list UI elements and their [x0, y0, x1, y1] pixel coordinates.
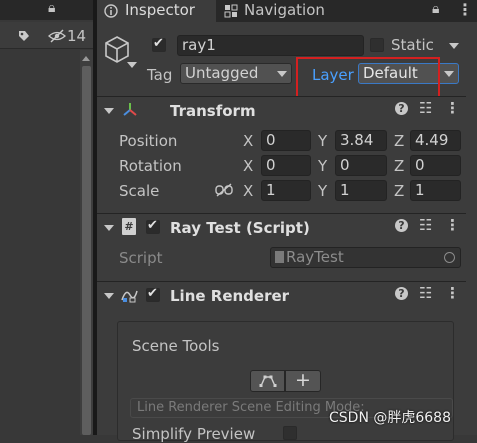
rotation-label: Rotation: [119, 157, 182, 175]
scene-tools-label: Scene Tools: [132, 337, 220, 355]
axis-x-label: X: [243, 182, 254, 200]
edit-points-button[interactable]: [250, 370, 285, 392]
highlight-box: [296, 57, 440, 101]
tag-icon[interactable]: [17, 29, 31, 43]
presets-icon[interactable]: ☷: [419, 216, 432, 234]
help-icon[interactable]: ?: [395, 102, 408, 115]
tab-navigation[interactable]: Navigation: [218, 0, 348, 22]
tab-inspector-label: Inspector: [125, 1, 195, 19]
tab-inspector[interactable]: Inspector: [97, 0, 216, 22]
object-picker-icon[interactable]: [444, 252, 455, 263]
tag-dropdown-arrow-icon: [277, 71, 287, 77]
static-checkbox[interactable]: [370, 38, 384, 52]
more-menu-icon[interactable]: ⋮: [457, 0, 473, 19]
linerenderer-header[interactable]: ✔ Line Renderer ? ☷ ⋮: [97, 281, 466, 310]
rotation-z-field[interactable]: 0: [410, 155, 461, 176]
active-checkbox[interactable]: ✔: [152, 36, 166, 52]
hierarchy-scrollbar[interactable]: [80, 50, 93, 435]
scale-y-field[interactable]: 1: [335, 180, 387, 201]
help-icon[interactable]: ?: [395, 287, 408, 300]
hierarchy-panel-edge: 🔒︎ 14: [0, 0, 93, 435]
scale-z-field[interactable]: 1: [410, 180, 461, 201]
raytest-title: Ray Test (Script): [170, 219, 310, 237]
lock-icon[interactable]: 🔒︎: [432, 1, 439, 17]
scroll-thumb[interactable]: [82, 66, 91, 435]
script-label: Script: [119, 249, 163, 267]
tab-navigation-label: Navigation: [244, 1, 325, 19]
linerenderer-enabled-checkbox[interactable]: ✔: [146, 286, 160, 302]
simplify-preview-checkbox[interactable]: [283, 426, 297, 440]
hidden-count: 14: [67, 27, 87, 45]
position-y-field[interactable]: 3.84: [335, 130, 387, 151]
position-z-field[interactable]: 4.49: [410, 130, 461, 151]
transform-header[interactable]: Transform ? ☷ ⋮: [97, 96, 466, 125]
watermark: CSDN @胖虎6688: [329, 410, 451, 426]
presets-icon[interactable]: ☷: [419, 99, 432, 117]
transform-title: Transform: [170, 102, 256, 120]
position-x-field[interactable]: 0: [261, 130, 311, 151]
tag-dropdown[interactable]: Untagged: [180, 63, 292, 84]
axis-x-label: X: [243, 132, 254, 150]
scale-x-field[interactable]: 1: [261, 180, 311, 201]
navigation-icon: [224, 4, 238, 18]
static-label: Static: [391, 36, 434, 54]
object-name-field[interactable]: ray1: [177, 35, 364, 56]
add-point-label: +: [295, 369, 311, 391]
foldout-arrow-icon[interactable]: [104, 225, 114, 231]
raytest-enabled-checkbox[interactable]: ✔: [146, 218, 160, 234]
rotation-x-field[interactable]: 0: [261, 155, 311, 176]
presets-icon[interactable]: ☷: [419, 284, 432, 302]
help-icon[interactable]: ?: [395, 219, 408, 232]
icon-dropdown-arrow-icon[interactable]: [127, 62, 137, 68]
tag-value: Untagged: [185, 64, 259, 82]
layer-dropdown-arrow-icon: [444, 71, 454, 77]
script-file-icon: #: [122, 218, 136, 235]
foldout-arrow-icon[interactable]: [104, 293, 114, 299]
unlinked-scale-icon[interactable]: [215, 183, 233, 197]
info-icon: [104, 4, 118, 18]
axis-y-label: Y: [318, 157, 328, 175]
checkmark-icon: ✔: [153, 36, 164, 51]
axis-z-label: Z: [394, 132, 405, 150]
edit-points-icon: [259, 375, 277, 387]
linerenderer-title: Line Renderer: [170, 287, 290, 305]
component-menu-icon[interactable]: ⋮: [445, 284, 460, 302]
script-asset-icon: [275, 251, 284, 263]
checkmark-icon: ✔: [147, 218, 158, 233]
position-label: Position: [119, 132, 178, 150]
script-value: RayTest: [286, 248, 344, 266]
static-dropdown-arrow-icon[interactable]: [449, 43, 459, 49]
component-menu-icon[interactable]: ⋮: [445, 99, 460, 117]
axis-x-label: X: [243, 157, 254, 175]
hierarchy-toolbar: [0, 0, 93, 20]
script-object-field: RayTest: [270, 247, 461, 268]
axis-z-label: Z: [394, 182, 405, 200]
axis-y-label: Y: [318, 182, 328, 200]
inspector-right-edge: [466, 22, 477, 435]
line-renderer-icon: [121, 290, 138, 303]
visibility-off-icon[interactable]: [48, 29, 66, 43]
rotation-y-field[interactable]: 0: [335, 155, 387, 176]
axis-y-label: Y: [318, 132, 328, 150]
component-menu-icon[interactable]: ⋮: [445, 216, 460, 234]
raytest-header[interactable]: # ✔ Ray Test (Script) ? ☷ ⋮: [97, 213, 466, 242]
scale-label: Scale: [119, 182, 160, 200]
transform-icon: [123, 103, 137, 116]
simplify-preview-label: Simplify Preview: [132, 425, 256, 443]
checkmark-icon: ✔: [147, 286, 158, 301]
add-point-button[interactable]: +: [285, 370, 321, 392]
axis-z-label: Z: [394, 157, 405, 175]
foldout-arrow-icon[interactable]: [104, 108, 114, 114]
lock-icon[interactable]: 🔒︎: [48, 0, 55, 16]
scroll-up-arrow-icon[interactable]: [82, 56, 90, 61]
tag-label: Tag: [147, 66, 173, 84]
